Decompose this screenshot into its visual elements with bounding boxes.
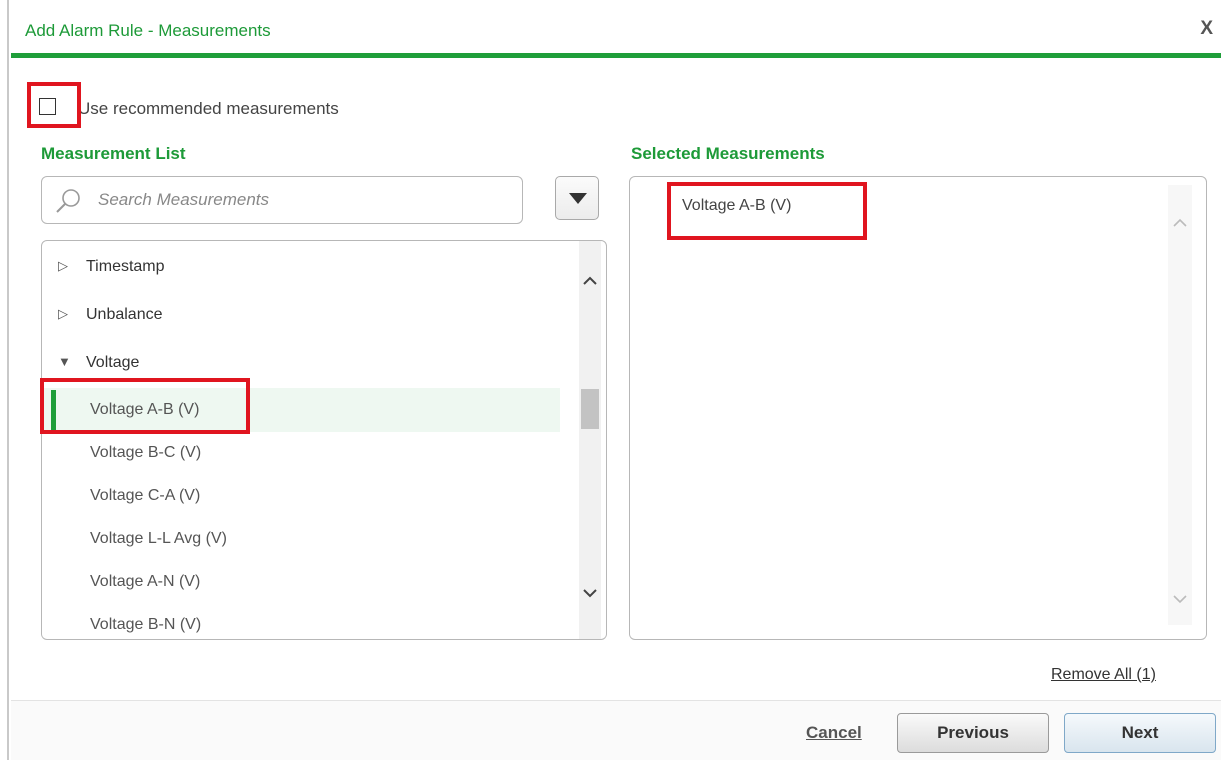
scroll-down-button[interactable] <box>579 581 601 605</box>
chevron-up-icon <box>1173 218 1187 227</box>
use-recommended-checkbox[interactable] <box>39 98 56 115</box>
tree-item-voltage-a-b[interactable]: Voltage A-B (V) <box>42 388 560 432</box>
selected-measurements-title: Selected Measurements <box>631 144 825 163</box>
dropdown-triangle-icon <box>569 193 587 204</box>
previous-button[interactable]: Previous <box>897 713 1049 753</box>
expand-triangle-icon: ▷ <box>58 306 68 321</box>
scroll-thumb[interactable] <box>581 389 599 429</box>
cancel-button[interactable]: Cancel <box>806 723 862 743</box>
tree-group-unbalance[interactable]: ▷ Unbalance <box>42 293 560 337</box>
search-box <box>41 176 523 224</box>
search-input[interactable] <box>98 187 508 213</box>
tree-scrollbar[interactable] <box>579 241 601 639</box>
filter-dropdown-button[interactable] <box>555 176 599 220</box>
search-icon <box>56 189 80 213</box>
measurement-tree: ▷ Timestamp ▷ Unbalance ▼ Voltage Voltag… <box>41 240 607 640</box>
remove-all-link[interactable]: Remove All (1) <box>1051 666 1156 684</box>
selected-measurements-panel: Voltage A-B (V) <box>629 176 1207 640</box>
expand-triangle-icon: ▷ <box>58 258 68 273</box>
add-alarm-rule-dialog: Add Alarm Rule - Measurements X Use reco… <box>11 0 1221 760</box>
selected-item[interactable]: Voltage A-B (V) <box>682 197 791 215</box>
selected-scrollbar[interactable] <box>1168 185 1192 625</box>
tree-item-voltage-c-a[interactable]: Voltage C-A (V) <box>42 474 560 518</box>
selected-indicator <box>51 390 56 430</box>
next-button[interactable]: Next <box>1064 713 1216 753</box>
dialog-title: Add Alarm Rule - Measurements <box>25 21 271 40</box>
dialog-header: Add Alarm Rule - Measurements X <box>11 0 1221 58</box>
window-edge <box>0 0 9 760</box>
dialog-footer: Cancel Previous Next <box>11 700 1221 760</box>
use-recommended-label: Use recommended measurements <box>78 99 339 118</box>
tree-item-voltage-a-n[interactable]: Voltage A-N (V) <box>42 560 560 604</box>
scroll-up-button[interactable] <box>1168 211 1192 235</box>
collapse-triangle-icon: ▼ <box>58 354 71 369</box>
scroll-down-button[interactable] <box>1168 587 1192 611</box>
tree-group-voltage[interactable]: ▼ Voltage <box>42 341 560 385</box>
chevron-up-icon <box>583 276 597 285</box>
tree-item-voltage-b-c[interactable]: Voltage B-C (V) <box>42 431 560 475</box>
scroll-up-button[interactable] <box>579 269 601 293</box>
tree-item-voltage-l-l-avg[interactable]: Voltage L-L Avg (V) <box>42 517 560 561</box>
close-icon[interactable]: X <box>1200 18 1213 40</box>
chevron-down-icon <box>1173 595 1187 604</box>
measurement-list-title: Measurement List <box>41 144 186 163</box>
tree-group-timestamp[interactable]: ▷ Timestamp <box>42 245 560 289</box>
chevron-down-icon <box>583 589 597 598</box>
tree-item-voltage-b-n[interactable]: Voltage B-N (V) <box>42 603 560 639</box>
use-recommended-option <box>39 98 56 115</box>
